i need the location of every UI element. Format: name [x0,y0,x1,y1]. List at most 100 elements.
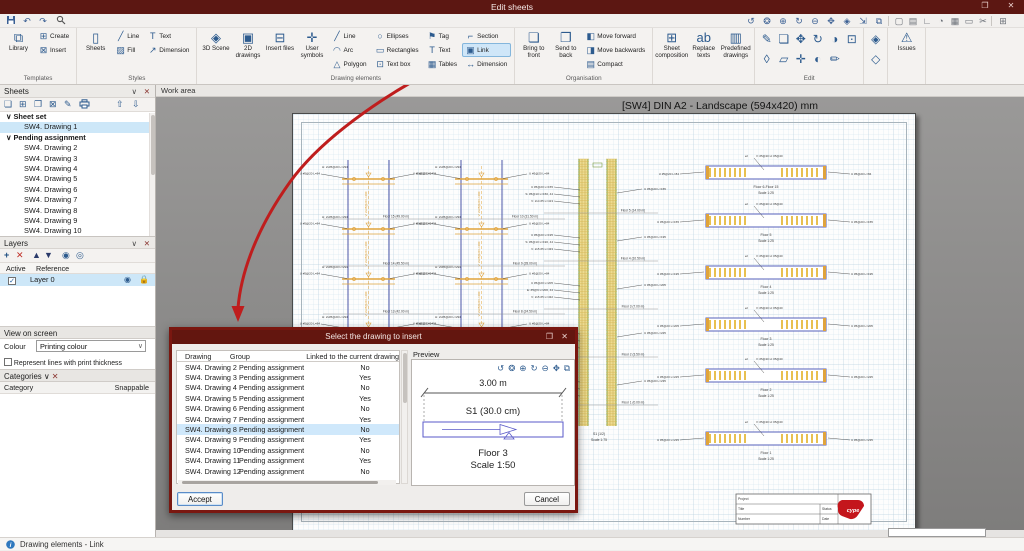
undo-icon[interactable]: ↶ [20,15,34,27]
redo-icon[interactable]: ↷ [36,15,50,27]
collapse-icon[interactable]: ∨ [44,372,50,381]
colour-select[interactable]: Printing colour∨ [36,340,146,352]
table-row-sw4-drawing-11[interactable]: SW4. Drawing 11Pending assignmentYes [177,456,399,466]
table-row-sw4-drawing-12[interactable]: SW4. Drawing 12Pending assignmentNo [177,466,399,476]
polygon-button[interactable]: △Polygon [328,57,370,71]
edit-tool-icon[interactable]: ◑ [828,32,841,46]
tree-item-sw4-drawing-10[interactable]: SW4. Drawing 10 [0,226,155,236]
insert-button[interactable]: ⊠Insert [35,43,73,57]
tree-item-sw4-drawing-7[interactable]: SW4. Drawing 7 [0,195,155,205]
compact-button[interactable]: ▤Compact [582,57,649,71]
window-tool-icon[interactable]: ▢ [892,15,906,27]
2d-drawings-icon[interactable]: ▣2D drawings [232,29,263,59]
window-tool-icon[interactable]: ✂ [976,15,990,27]
preview-tool-icon[interactable]: ✥ [553,363,560,374]
tree-group[interactable]: ∨ Pending assignment [0,133,155,143]
preview-tool-icon[interactable]: ⊖ [542,363,549,374]
new-sheet-icon[interactable]: ❏ [4,99,12,110]
tree-item-sw4-drawing-9[interactable]: SW4. Drawing 9 [0,216,155,226]
line-button[interactable]: ╱Line [112,29,143,43]
delete-layer-icon[interactable]: ✕ [16,250,24,261]
edit-tool-icon[interactable]: ✏ [828,52,841,66]
insert-files-icon[interactable]: ⊟Insert files [264,29,295,53]
dialog-maximize-icon[interactable]: ❐ [546,332,553,341]
close-panel-icon[interactable]: ✕ [144,87,150,96]
ellipses-button[interactable]: ○Ellipses [372,29,423,43]
view-tool-icon[interactable]: ↻ [792,15,806,27]
move-forward-button[interactable]: ◧Move forward [582,29,649,43]
view-tool-icon[interactable]: ⊕ [776,15,790,27]
table-row-sw4-drawing-7[interactable]: SW4. Drawing 7Pending assignmentYes [177,414,399,424]
dimension-button[interactable]: ↗Dimension [144,43,193,57]
text-box-button[interactable]: ⊡Text box [372,57,423,71]
preview-tool-icon[interactable]: ⊕ [519,363,526,374]
tag-button[interactable]: ⚑Tag [424,29,461,43]
accept-button[interactable]: Accept [177,492,223,506]
preview-tool-icon[interactable]: ⧉ [564,363,570,374]
window-tool-icon[interactable]: ◔ [934,15,948,27]
tree-item-sw4-drawing-6[interactable]: SW4. Drawing 6 [0,185,155,195]
window-tool-icon[interactable]: ∟ [920,15,934,27]
table-hscrollbar[interactable] [178,480,396,485]
delete-sheet-icon[interactable]: ⊠ [49,99,57,110]
layer-row[interactable]: ✓Layer 0◉🔒 [0,274,155,286]
bring-to-front-icon[interactable]: ❏Bring to front [518,29,549,59]
restore-button[interactable]: ❐ [974,1,996,13]
hide-all-layers-icon[interactable]: ◎ [76,250,84,261]
link-button[interactable]: ▣Link [462,43,511,57]
view-tool-icon[interactable]: ⇲ [856,15,870,27]
text-button[interactable]: TText [424,43,461,57]
edit-tool-icon[interactable]: ◇ [869,52,882,66]
tree-item-sw4-drawing-5[interactable]: SW4. Drawing 5 [0,174,155,184]
dialog-close-icon[interactable]: ✕ [561,332,568,341]
edit-tool-icon[interactable]: ↻ [811,32,824,46]
preview-tool-icon[interactable]: ↻ [531,363,538,374]
table-row-sw4-drawing-4[interactable]: SW4. Drawing 4Pending assignmentNo [177,383,399,393]
edit-tool-icon[interactable]: ✎ [760,32,773,46]
collapse-icon[interactable]: ∨ [132,87,138,96]
line-button[interactable]: ╱Line [328,29,370,43]
edit-tool-icon[interactable]: ◐ [811,52,824,66]
section-button[interactable]: ⌐Section [462,29,511,43]
copy-sheet-icon[interactable]: ❐ [34,99,42,110]
text-button[interactable]: TText [144,29,193,43]
view-tool-icon[interactable]: ❂ [760,15,774,27]
move-down-icon[interactable]: ⇩ [132,99,140,110]
table-vscrollbar[interactable] [401,350,408,484]
collapse-icon[interactable]: ∨ [132,239,138,248]
edit-tool-icon[interactable]: ◈ [869,32,882,46]
edit-tool-icon[interactable]: ❏ [777,32,790,46]
move-up-icon[interactable]: ⇧ [116,99,124,110]
save-icon[interactable] [4,15,18,27]
edit-tool-icon[interactable]: ⊡ [845,32,858,46]
add-layer-icon[interactable]: + [4,250,9,260]
table-row-sw4-drawing-5[interactable]: SW4. Drawing 5Pending assignmentYes [177,393,399,403]
library-icon[interactable]: ⧉Library [3,29,34,53]
tree-item-sw4-drawing-8[interactable]: SW4. Drawing 8 [0,206,155,216]
send-to-back-icon[interactable]: ❐Send to back [550,29,581,59]
create-button[interactable]: ⊞Create [35,29,73,43]
arc-button[interactable]: ◠Arc [328,43,370,57]
view-tool-icon[interactable]: ⊖ [808,15,822,27]
move-backwards-button[interactable]: ◨Move backwards [582,43,649,57]
view-tool-icon[interactable]: ◈ [840,15,854,27]
layer-down-icon[interactable]: ▼ [44,250,53,260]
view-tool-icon[interactable]: ↺ [744,15,758,27]
tables-button[interactable]: ▦Tables [424,57,461,71]
user-symbols-icon[interactable]: ✛User symbols [296,29,327,59]
tree-item-sw4-drawing-3[interactable]: SW4. Drawing 3 [0,154,155,164]
replace-texts-icon[interactable]: abReplace texts [688,29,719,59]
thickness-checkbox[interactable] [4,358,12,366]
dimension-button[interactable]: ↔Dimension [462,57,511,71]
issues-icon[interactable]: ⚠Issues [891,29,922,53]
edit-tool-icon[interactable]: ◊ [760,52,773,66]
tree-item-sw4-drawing-2[interactable]: SW4. Drawing 2 [0,143,155,153]
layout-icon[interactable]: ⊞ [996,15,1010,27]
table-row-sw4-drawing-3[interactable]: SW4. Drawing 3Pending assignmentYes [177,372,399,382]
fill-button[interactable]: ▨Fill [112,43,143,57]
layer-active-checkbox[interactable]: ✓ [8,277,16,285]
show-all-layers-icon[interactable]: ◉ [62,250,70,261]
print-sheet-icon[interactable] [79,99,90,111]
window-tool-icon[interactable]: ▦ [948,15,962,27]
table-row-sw4-drawing-8[interactable]: SW4. Drawing 8Pending assignmentNo [177,424,399,434]
